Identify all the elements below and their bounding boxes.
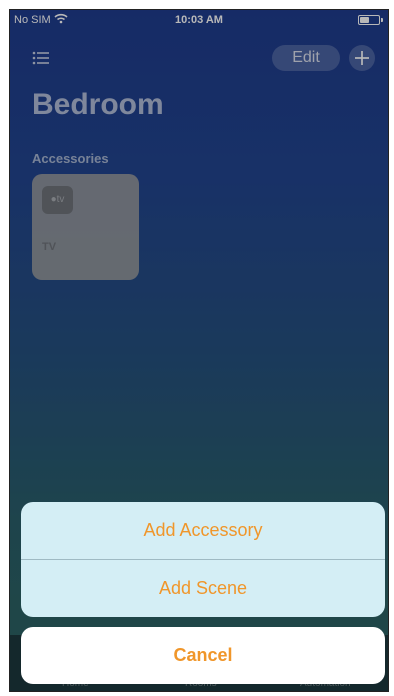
cancel-button[interactable]: Cancel — [21, 627, 385, 684]
home-app-screen: No SIM 10:03 AM Edit Bedroom Accessories… — [9, 9, 389, 692]
add-scene-button[interactable]: Add Scene — [21, 560, 385, 617]
action-sheet: Add Accessory Add Scene — [21, 502, 385, 617]
add-accessory-button[interactable]: Add Accessory — [21, 502, 385, 559]
